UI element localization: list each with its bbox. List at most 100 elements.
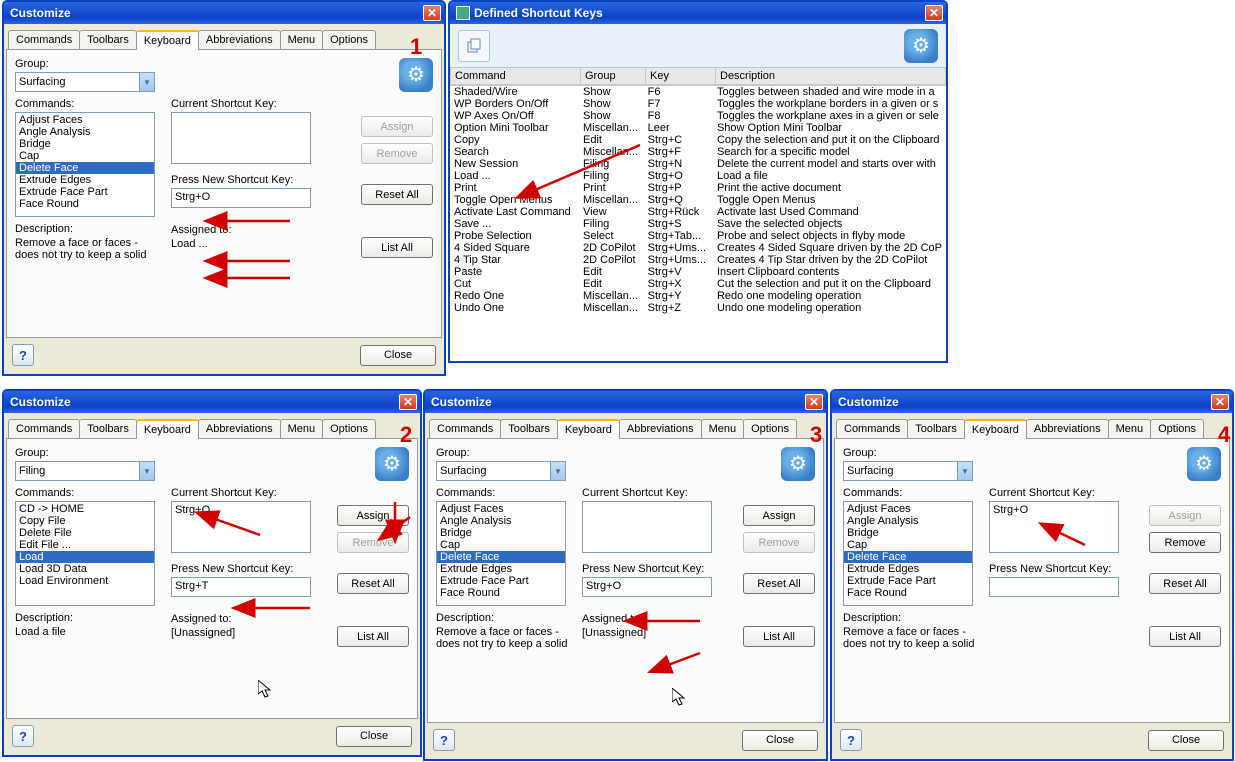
titlebar[interactable]: Customize ✕ [832,391,1232,413]
table-row[interactable]: Probe SelectionSelectStrg+Tab...Probe an… [450,230,946,242]
list-item[interactable]: Cap [16,150,154,162]
resetall-button[interactable]: Reset All [743,573,815,594]
listall-button[interactable]: List All [1149,626,1221,647]
close-icon[interactable]: ✕ [925,5,943,21]
list-item[interactable]: Extrude Face Part [16,186,154,198]
remove-button[interactable]: Remove [361,143,433,164]
close-icon[interactable]: ✕ [805,394,823,410]
table-row[interactable]: New SessionFilingStrg+NDelete the curren… [450,158,946,170]
tab-toolbars[interactable]: Toolbars [79,419,137,438]
group-combo[interactable]: Surfacing ▼ [843,461,973,481]
close-button[interactable]: Close [360,345,436,366]
close-icon[interactable]: ✕ [1211,394,1229,410]
close-icon[interactable]: ✕ [423,5,441,21]
tab-commands[interactable]: Commands [836,419,908,438]
shortcut-table-body[interactable]: Shaded/WireShowF6Toggles between shaded … [450,85,946,361]
tab-abbreviations[interactable]: Abbreviations [1026,419,1109,438]
chevron-down-icon[interactable]: ▼ [139,73,154,91]
table-row[interactable]: Option Mini ToolbarMiscellan...LeerShow … [450,122,946,134]
tab-toolbars[interactable]: Toolbars [907,419,965,438]
current-key-box[interactable] [582,501,712,553]
list-item[interactable]: Face Round [16,198,154,210]
list-item[interactable]: Delete File [16,527,154,539]
table-row[interactable]: WP Borders On/OffShowF7Toggles the workp… [450,98,946,110]
help-icon[interactable]: ? [12,344,34,366]
group-combo[interactable]: Filing ▼ [15,461,155,481]
tab-commands[interactable]: Commands [8,30,80,49]
assign-button[interactable]: Assign [1149,505,1221,526]
chevron-down-icon[interactable]: ▼ [139,462,154,480]
tab-abbreviations[interactable]: Abbreviations [198,30,281,49]
list-item[interactable]: Face Round [844,587,972,599]
tab-abbreviations[interactable]: Abbreviations [619,419,702,438]
tab-menu[interactable]: Menu [701,419,745,438]
tab-keyboard[interactable]: Keyboard [136,30,199,50]
tab-options[interactable]: Options [322,419,376,438]
list-item[interactable]: Face Round [437,587,565,599]
help-icon[interactable]: ? [840,729,862,751]
table-row[interactable]: 4 Sided Square2D CoPilotStrg+Ums...Creat… [450,242,946,254]
tab-keyboard[interactable]: Keyboard [557,419,620,439]
col-key[interactable]: Key [646,68,716,85]
copy-icon[interactable] [458,30,490,62]
resetall-button[interactable]: Reset All [1149,573,1221,594]
tab-options[interactable]: Options [322,30,376,49]
help-icon[interactable]: ? [12,725,34,747]
close-icon[interactable]: ✕ [399,394,417,410]
remove-button[interactable]: Remove [743,532,815,553]
table-row[interactable]: Save ...FilingStrg+SSave the selected ob… [450,218,946,230]
list-item[interactable]: Cap [844,539,972,551]
list-item[interactable]: Adjust Faces [437,503,565,515]
close-button[interactable]: Close [1148,730,1224,751]
col-command[interactable]: Command [451,68,581,85]
group-combo[interactable]: Surfacing ▼ [15,72,155,92]
list-item[interactable]: CD -> HOME [16,503,154,515]
list-item[interactable]: Load Environment [16,575,154,587]
current-key-box[interactable]: Strg+O [171,501,311,553]
table-row[interactable]: PrintPrintStrg+PPrint the active documen… [450,182,946,194]
titlebar[interactable]: Customize ✕ [425,391,826,413]
commands-listbox[interactable]: Adjust FacesAngle AnalysisBridgeCapDelet… [436,501,566,606]
table-row[interactable]: Undo OneMiscellan...Strg+ZUndo one model… [450,302,946,314]
list-item[interactable]: Angle Analysis [844,515,972,527]
titlebar[interactable]: Customize ✕ [4,391,420,413]
tab-menu[interactable]: Menu [1108,419,1152,438]
table-row[interactable]: 4 Tip Star2D CoPilotStrg+Ums...Creates 4… [450,254,946,266]
tab-commands[interactable]: Commands [8,419,80,438]
tab-abbreviations[interactable]: Abbreviations [198,419,281,438]
tab-menu[interactable]: Menu [280,419,324,438]
table-row[interactable]: Load ...FilingStrg+OLoad a file [450,170,946,182]
list-item[interactable]: Extrude Face Part [844,575,972,587]
current-key-box[interactable] [171,112,311,164]
chevron-down-icon[interactable]: ▼ [957,462,972,480]
table-row[interactable]: Redo OneMiscellan...Strg+YRedo one model… [450,290,946,302]
list-item[interactable]: Copy File [16,515,154,527]
list-item[interactable]: Adjust Faces [844,503,972,515]
col-group[interactable]: Group [581,68,646,85]
list-item[interactable]: Extrude Edges [437,563,565,575]
list-item[interactable]: Extrude Edges [16,174,154,186]
table-row[interactable]: PasteEditStrg+VInsert Clipboard contents [450,266,946,278]
tab-keyboard[interactable]: Keyboard [964,419,1027,439]
table-row[interactable]: Toggle Open MenusMiscellan...Strg+QToggl… [450,194,946,206]
current-key-box[interactable]: Strg+O [989,501,1119,553]
tab-menu[interactable]: Menu [280,30,324,49]
press-key-box[interactable]: Strg+T [171,577,311,597]
table-row[interactable]: SearchMiscellan...Strg+FSearch for a spe… [450,146,946,158]
list-item[interactable]: Bridge [844,527,972,539]
tab-toolbars[interactable]: Toolbars [500,419,558,438]
list-item[interactable]: Cap [437,539,565,551]
listall-button[interactable]: List All [337,626,409,647]
table-row[interactable]: Activate Last CommandViewStrg+RückActiva… [450,206,946,218]
tab-options[interactable]: Options [743,419,797,438]
assign-button[interactable]: Assign [361,116,433,137]
listall-button[interactable]: List All [743,626,815,647]
tab-toolbars[interactable]: Toolbars [79,30,137,49]
tab-commands[interactable]: Commands [429,419,501,438]
list-item[interactable]: Load [16,551,154,563]
table-row[interactable]: CopyEditStrg+CCopy the selection and put… [450,134,946,146]
assign-button[interactable]: Assign [337,505,409,526]
chevron-down-icon[interactable]: ▼ [550,462,565,480]
list-item[interactable]: Extrude Edges [844,563,972,575]
commands-listbox[interactable]: Adjust FacesAngle AnalysisBridgeCapDelet… [15,112,155,217]
